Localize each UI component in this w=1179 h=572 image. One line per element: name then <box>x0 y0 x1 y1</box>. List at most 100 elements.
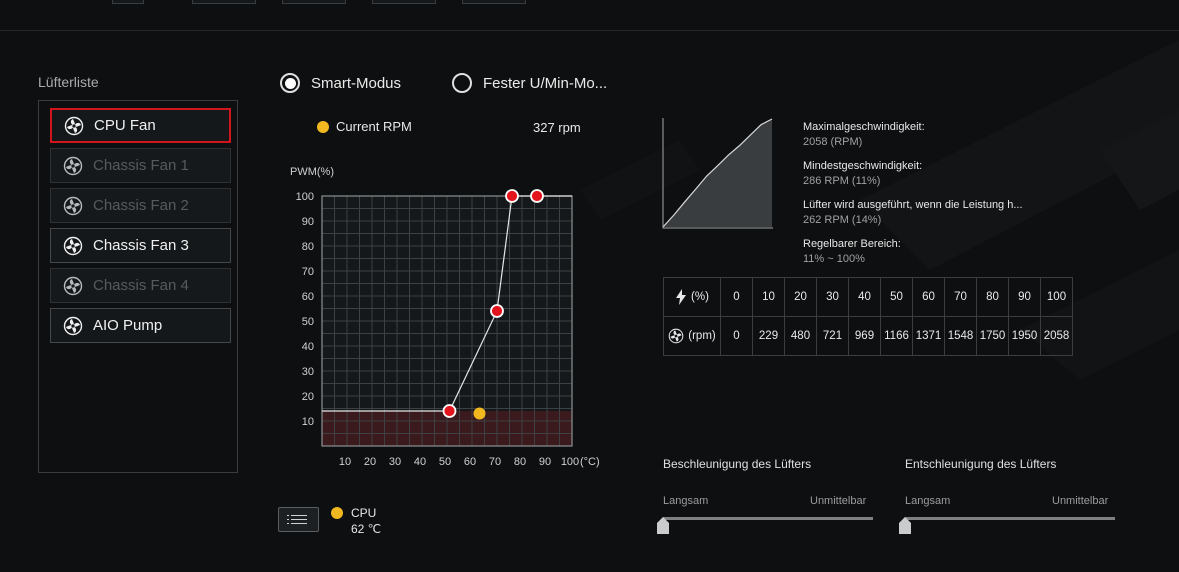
fan-icon <box>668 328 684 344</box>
table-cell-percent: 50 <box>880 277 913 317</box>
fan-item-label: CPU Fan <box>94 117 156 134</box>
table-cell-rpm: 480 <box>784 316 817 356</box>
x-axis-unit: (°C) <box>580 456 600 468</box>
deceleration-slider-track[interactable] <box>905 517 1115 520</box>
fan-item-label: Chassis Fan 2 <box>93 197 189 214</box>
fan-icon <box>63 316 83 335</box>
y-tick-label: 30 <box>302 366 314 378</box>
y-tick-label: 90 <box>302 216 314 228</box>
fan-item-chassis-fan-4[interactable]: Chassis Fan 4 <box>50 268 231 303</box>
x-tick-label: 60 <box>464 456 476 468</box>
table-cell-rpm: 969 <box>848 316 881 356</box>
x-tick-label: 50 <box>439 456 451 468</box>
table-cell-percent: 60 <box>912 277 945 317</box>
curve-control-point[interactable] <box>442 404 457 418</box>
table-cell-percent: 80 <box>976 277 1009 317</box>
speed-info-value: 262 RPM (14%) <box>803 214 882 226</box>
deceleration-slider-thumb[interactable] <box>899 517 911 534</box>
deceleration-min-label: Langsam <box>905 495 951 507</box>
table-cell-percent: 30 <box>816 277 849 317</box>
y-tick-label: 40 <box>302 341 314 353</box>
radio-label: Smart-Modus <box>311 74 402 92</box>
table-cell-percent: 40 <box>848 277 881 317</box>
top-tab[interactable] <box>372 0 436 4</box>
list-icon <box>286 519 307 520</box>
table-cell-rpm: 1548 <box>944 316 977 356</box>
speed-info-label: Maximalgeschwindigkeit: <box>803 121 925 133</box>
list-icon <box>286 515 307 516</box>
fan-curve-chart[interactable]: PWM(%) 10 20 30 40 50 60 70 80 90 100 10 20 30 40 50 60 7… <box>280 160 620 480</box>
acceleration-slider-thumb[interactable] <box>657 517 669 534</box>
fan-item-chassis-fan-2[interactable]: Chassis Fan 2 <box>50 188 231 223</box>
x-tick-label: 90 <box>539 456 551 468</box>
table-cell-rpm: 1166 <box>880 316 913 356</box>
radio-selected-dot <box>284 77 296 89</box>
table-cell-percent: 70 <box>944 277 977 317</box>
rpm-curve-area <box>663 119 772 227</box>
list-icon <box>286 523 307 524</box>
curve-control-point[interactable] <box>530 189 544 203</box>
x-tick-label: 80 <box>514 456 526 468</box>
x-tick-label: 100 <box>561 456 579 468</box>
table-header-rpm: (rpm) <box>663 316 721 356</box>
rpm-unit-label: (rpm) <box>688 330 716 342</box>
top-tab[interactable] <box>192 0 256 4</box>
deceleration-max-label: Unmittelbar <box>1052 495 1109 507</box>
speed-info-label: Lüfter wird ausgeführt, wenn die Leistun… <box>803 199 1023 211</box>
source-dot <box>331 507 343 519</box>
fan-icon <box>64 116 84 135</box>
curve-control-point[interactable] <box>490 304 504 318</box>
acceleration-min-label: Langsam <box>663 495 709 507</box>
fan-icon <box>63 276 83 295</box>
table-cell-rpm: 229 <box>752 316 785 356</box>
speed-info-value: 11% ~ 100% <box>803 253 865 265</box>
table-cell-rpm: 2058 <box>1040 316 1073 356</box>
current-rpm-dot <box>317 120 329 133</box>
fan-item-cpu-fan[interactable]: CPU Fan <box>50 108 231 143</box>
table-cell-percent: 90 <box>1008 277 1041 317</box>
source-name: CPU <box>351 506 377 520</box>
fan-icon <box>63 196 83 215</box>
table-cell-rpm: 1950 <box>1008 316 1041 356</box>
percent-unit-label: (%) <box>691 291 709 303</box>
acceleration-title: Beschleunigung des Lüfters <box>663 457 812 471</box>
fan-item-chassis-fan-3[interactable]: Chassis Fan 3 <box>50 228 231 263</box>
y-tick-label: 80 <box>302 241 314 253</box>
table-cell-rpm: 1371 <box>912 316 945 356</box>
top-tab[interactable] <box>112 0 144 4</box>
radio-smart-mode[interactable]: Smart-Modus <box>280 73 401 93</box>
x-tick-label: 10 <box>339 456 351 468</box>
table-cell-percent: 100 <box>1040 277 1073 317</box>
y-tick-label: 50 <box>302 316 314 328</box>
x-tick-label: 20 <box>364 456 376 468</box>
current-rpm-value: 327 rpm <box>533 120 581 135</box>
top-tab[interactable] <box>282 0 346 4</box>
deceleration-title: Entschleunigung des Lüfters <box>905 457 1057 471</box>
y-tick-label: 60 <box>302 291 314 303</box>
top-tab[interactable] <box>462 0 526 4</box>
radio-fixed-rpm-mode[interactable]: Fester U/Min-Mo... <box>452 73 607 93</box>
acceleration-slider-track[interactable] <box>663 517 873 520</box>
table-cell-rpm: 721 <box>816 316 849 356</box>
y-axis-label: PWM(%) <box>290 166 334 178</box>
fan-item-chassis-fan-1[interactable]: Chassis Fan 1 <box>50 148 231 183</box>
fan-item-label: Chassis Fan 4 <box>93 277 189 294</box>
source-temperature: 62 ℃ <box>351 522 382 536</box>
pwm-rpm-table: (%) 0 10 20 30 40 50 60 70 80 90 100 (rpm) 0 229 480… <box>663 277 1073 356</box>
table-row-percent: (%) 0 10 20 30 40 50 60 70 80 90 100 <box>663 277 1073 317</box>
curve-control-point[interactable] <box>505 189 519 203</box>
x-tick-label: 30 <box>389 456 401 468</box>
fan-list: CPU Fan Chassis Fan 1 Chassis Fan 2 Chassis… <box>38 100 238 473</box>
rpm-curve-preview <box>662 118 773 229</box>
temperature-source-list-button[interactable] <box>278 507 319 532</box>
lightning-icon <box>676 289 687 305</box>
radio-label: Fester U/Min-Mo... <box>483 74 608 92</box>
acceleration-max-label: Unmittelbar <box>810 495 867 507</box>
y-tick-label: 10 <box>302 416 314 428</box>
speed-info-value: 286 RPM (11%) <box>803 175 881 187</box>
speed-info: Maximalgeschwindigkeit: 2058 (RPM) Mindest… <box>803 120 1023 276</box>
fan-item-aio-pump[interactable]: AIO Pump <box>50 308 231 343</box>
table-row-rpm: (rpm) 0 229 480 721 969 1166 1371 1548 1750 1950 2… <box>663 316 1073 356</box>
top-tab-strip <box>0 0 1179 4</box>
radio-circle <box>280 73 300 93</box>
